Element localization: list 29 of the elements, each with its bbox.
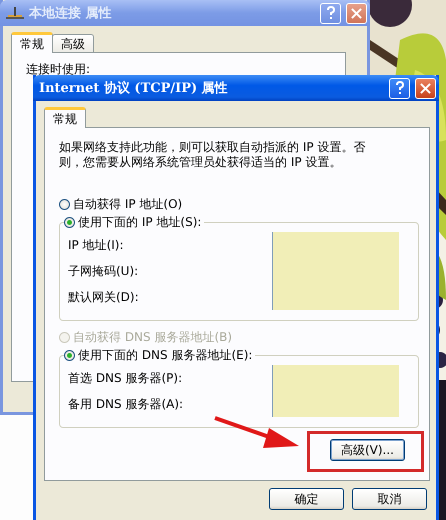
address-field[interactable] <box>272 284 399 310</box>
help-icon <box>326 6 336 20</box>
dialog-button[interactable]: 取消 <box>352 488 427 510</box>
close-icon <box>351 8 362 18</box>
field-label: 备用 DNS 服务器(A): <box>68 396 184 412</box>
field-label: 子网掩码(U): <box>68 262 138 280</box>
advanced-button[interactable]: 高级(V)... <box>330 439 405 461</box>
tab[interactable]: 常规 <box>11 32 53 53</box>
field-label: IP 地址(I): <box>68 236 124 254</box>
window-title: Internet 协议 (TCP/IP) 属性 <box>39 80 228 97</box>
tab[interactable]: 高级 <box>52 34 94 52</box>
close-icon <box>420 82 431 94</box>
manual-dns-radio[interactable]: 使用下面的 DNS 服务器地址(E): <box>64 345 252 365</box>
field-label: 连接时使用: <box>26 61 92 78</box>
help-icon <box>394 81 404 95</box>
field-label: 首选 DNS 服务器(P): <box>68 370 182 386</box>
help-button[interactable] <box>389 78 410 98</box>
field-label: 默认网关(D): <box>68 288 139 306</box>
description-text: 如果网络支持此功能，则可以获取自动指派的 IP 设置。否则，您需要从网络系统管理员处获得适当的 IP 设置。 <box>59 140 366 170</box>
tab[interactable]: 常规 <box>44 107 86 128</box>
window-title: 本地连接 属性 <box>29 4 112 22</box>
address-field[interactable] <box>272 391 399 417</box>
network-icon <box>6 6 24 20</box>
address-field[interactable] <box>272 232 399 258</box>
dialog-button[interactable]: 确定 <box>269 488 344 510</box>
close-button[interactable] <box>415 78 436 98</box>
address-field[interactable] <box>272 365 399 391</box>
auto-ip-radio[interactable]: 自动获得 IP 地址(O) <box>59 194 419 214</box>
manual-ip-radio[interactable]: 使用下面的 IP 地址(S): <box>64 212 202 232</box>
